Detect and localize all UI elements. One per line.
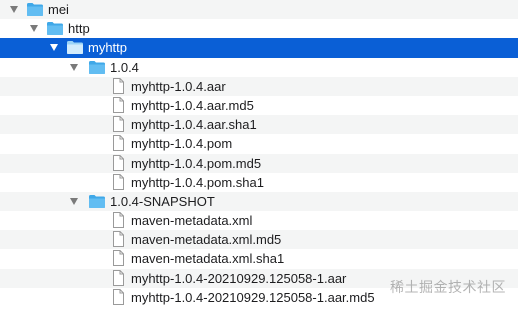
tree-row-label: maven-metadata.xml.md5 xyxy=(131,232,282,248)
document-icon xyxy=(113,231,124,248)
folder-icon xyxy=(27,3,43,16)
disclosure-triangle-icon[interactable] xyxy=(70,63,78,71)
document-icon xyxy=(113,154,124,171)
folder-icon xyxy=(89,60,105,74)
tree-row-label: myhttp-1.0.4.aar xyxy=(131,78,226,94)
tree-row-file[interactable]: myhttp-1.0.4.aar.sha1 xyxy=(0,115,518,135)
document-icon xyxy=(113,250,124,267)
tree-row-label: 1.0.4 xyxy=(110,59,139,75)
tree-row-label: 1.0.4-SNAPSHOT xyxy=(110,193,215,209)
document-icon xyxy=(113,77,124,94)
tree-row-file[interactable]: myhttp-1.0.4.pom.sha1 xyxy=(0,173,518,192)
tree-row-file[interactable]: myhttp-1.0.4.aar.md5 xyxy=(0,96,518,115)
tree-row-file[interactable]: maven-metadata.xml xyxy=(0,211,518,230)
tree-row-label: myhttp-1.0.4.pom.md5 xyxy=(131,155,262,171)
document-icon xyxy=(113,173,124,190)
tree-row-version-snapshot[interactable]: 1.0.4-SNAPSHOT xyxy=(0,191,518,212)
document-icon xyxy=(113,288,124,305)
tree-row-file[interactable]: myhttp-1.0.4.pom.md5 xyxy=(0,153,518,173)
disclosure-triangle-icon[interactable] xyxy=(30,25,38,33)
tree-row-mei[interactable]: mei xyxy=(0,0,518,20)
watermark: 稀土掘金技术社区 xyxy=(390,280,506,296)
tree-row-label: myhttp-1.0.4.aar.md5 xyxy=(131,97,254,113)
tree-row-label: myhttp-1.0.4-20210929.125058-1.aar.md5 xyxy=(131,289,375,305)
folder-icon xyxy=(67,41,83,55)
tree-row-label: mei xyxy=(48,2,69,17)
tree-row-label: myhttp-1.0.4.pom.sha1 xyxy=(131,174,264,190)
tree-row-label: maven-metadata.xml.sha1 xyxy=(131,251,285,267)
file-tree: mei http myhttp 1.0.4 myhttp-1.0.4.aar m… xyxy=(0,0,518,307)
tree-row-label: maven-metadata.xml xyxy=(131,213,253,229)
tree-row-file[interactable]: myhttp-1.0.4.aar xyxy=(0,76,518,96)
document-icon xyxy=(113,116,124,133)
disclosure-triangle-icon[interactable] xyxy=(10,6,18,13)
document-icon xyxy=(113,135,124,152)
tree-row-file[interactable]: maven-metadata.xml.md5 xyxy=(0,230,518,250)
disclosure-triangle-icon[interactable] xyxy=(70,197,78,205)
disclosure-triangle-icon[interactable] xyxy=(50,44,58,52)
folder-icon xyxy=(47,22,63,36)
folder-icon xyxy=(89,194,105,208)
tree-row-label: myhttp-1.0.4.aar.sha1 xyxy=(131,117,257,133)
document-icon xyxy=(113,212,124,229)
document-icon xyxy=(113,96,124,113)
tree-row-label: myhttp-1.0.4-20210929.125058-1.aar xyxy=(131,270,347,286)
tree-row-label: myhttp-1.0.4.pom xyxy=(131,136,233,152)
tree-row-label: http xyxy=(68,21,90,37)
tree-row-file[interactable]: myhttp-1.0.4.pom xyxy=(0,134,518,153)
tree-row-myhttp[interactable]: myhttp xyxy=(0,38,518,58)
tree-row-file[interactable]: maven-metadata.xml.sha1 xyxy=(0,249,518,268)
tree-row-version-1-0-4[interactable]: 1.0.4 xyxy=(0,58,518,77)
tree-row-label: myhttp xyxy=(88,40,128,56)
tree-row-http[interactable]: http xyxy=(0,19,518,38)
document-icon xyxy=(113,269,124,286)
